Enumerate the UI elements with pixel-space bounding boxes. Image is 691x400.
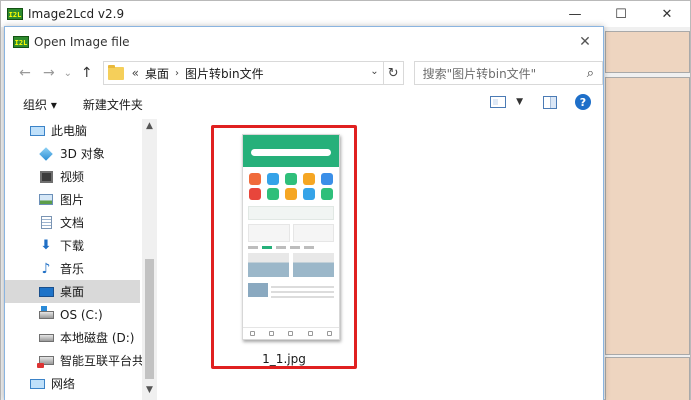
file-name: 1_1.jpg (262, 352, 306, 366)
sidebar-item-label: 视频 (60, 170, 85, 184)
forward-button[interactable]: → (37, 61, 61, 85)
navigation-bar: ← → ⌄ ↑ « 桌面 › 图片转bin文件 ⌄ ↻ 搜索"图片转bin文件"… (5, 57, 603, 89)
sidebar-item-documents[interactable]: 文档 (5, 211, 157, 234)
pictures-icon (38, 193, 54, 207)
view-options-dropdown[interactable]: ▼ (516, 97, 523, 107)
sidebar-item-label: 图片 (60, 193, 85, 207)
sidebar-item-network[interactable]: 网络 (5, 372, 157, 395)
documents-icon (38, 216, 54, 230)
download-icon: ⬇ (40, 238, 52, 253)
app-title: Image2Lcd v2.9 (28, 7, 125, 21)
sidebar-item-this-pc[interactable]: 此电脑 (5, 119, 157, 142)
app-titlebar: I2L Image2Lcd v2.9 — ☐ ✕ (1, 1, 690, 27)
3d-objects-icon (38, 146, 54, 161)
sidebar-item-label: 智能互联平台共 (60, 354, 145, 368)
sidebar-item-label: 3D 对象 (60, 147, 105, 161)
music-icon: ♪ (41, 260, 51, 277)
back-button[interactable]: ← (13, 61, 37, 85)
command-toolbar: 组织 ▾ 新建文件夹 ▼ ? (5, 89, 603, 119)
file-thumbnail-image (242, 134, 340, 340)
sidebar-item-downloads[interactable]: ⬇ 下载 (5, 234, 157, 257)
preview-pane-icon[interactable] (543, 95, 557, 109)
up-button[interactable]: ↑ (75, 61, 99, 85)
search-placeholder: 搜索"图片转bin文件" (422, 66, 537, 81)
dialog-close-button[interactable]: ✕ (573, 31, 597, 53)
sidebar-item-label: 音乐 (60, 262, 85, 276)
scroll-up-arrow-icon[interactable]: ▲ (142, 121, 157, 135)
dialog-title: Open Image file (34, 35, 130, 49)
desktop-icon (38, 285, 54, 299)
breadcrumb-desktop[interactable]: 桌面 (145, 65, 169, 82)
file-item[interactable]: 1_1.jpg (211, 125, 357, 369)
sidebar-item-label: 网络 (51, 377, 76, 391)
app-preview-panel (605, 77, 690, 355)
organize-menu[interactable]: 组织 ▾ (23, 96, 57, 113)
app-logo-icon: I2L (7, 8, 23, 20)
dialog-titlebar: I2L Open Image file ✕ (5, 27, 603, 57)
recent-locations-dropdown[interactable]: ⌄ (61, 61, 75, 85)
sidebar-item-label: OS (C:) (60, 307, 103, 322)
close-app-button[interactable]: ✕ (644, 1, 690, 27)
refresh-button[interactable]: ↻ (383, 61, 404, 85)
toolbar-right-group: ▼ ? (490, 94, 591, 110)
sidebar-item-drive-c[interactable]: OS (C:) (5, 303, 157, 326)
sidebar-item-pictures[interactable]: 图片 (5, 188, 157, 211)
sidebar-item-music[interactable]: ♪ 音乐 (5, 257, 157, 280)
address-bar[interactable]: « 桌面 › 图片转bin文件 ⌄ (102, 61, 384, 85)
file-list-area: 1_1.jpg (157, 119, 603, 400)
computer-icon (29, 124, 45, 138)
help-icon[interactable]: ? (575, 94, 591, 110)
sidebar-item-label: 文档 (60, 216, 85, 230)
scroll-thumb[interactable] (145, 259, 154, 379)
app-preview-panel-top (605, 31, 690, 73)
app-preview-panel-lower (605, 357, 690, 400)
address-overflow-chevron[interactable]: « (132, 66, 139, 80)
sidebar-item-drive-d[interactable]: 本地磁盘 (D:) (5, 326, 157, 349)
minimize-button[interactable]: — (552, 1, 598, 27)
drive-d-icon (38, 331, 54, 345)
network-drive-icon (36, 354, 54, 368)
sidebar-item-network-drive[interactable]: 智能互联平台共 (5, 349, 157, 372)
breadcrumb-folder[interactable]: 图片转bin文件 (185, 65, 264, 82)
folder-icon (107, 64, 124, 80)
new-folder-button[interactable]: 新建文件夹 (83, 96, 143, 113)
breadcrumb-separator-icon[interactable]: › (175, 68, 179, 79)
maximize-button[interactable]: ☐ (598, 1, 644, 27)
dialog-logo-icon: I2L (13, 36, 29, 48)
search-icon[interactable]: ⌕ (587, 66, 594, 81)
sidebar-scrollbar[interactable]: ▲ ▼ (142, 119, 157, 400)
sidebar-item-label: 下载 (60, 239, 85, 253)
sidebar-item-videos[interactable]: 视频 (5, 165, 157, 188)
video-icon (38, 170, 54, 184)
drive-c-icon (38, 305, 54, 322)
sidebar-item-label: 此电脑 (51, 124, 88, 138)
search-input[interactable]: 搜索"图片转bin文件" ⌕ (413, 61, 603, 85)
address-dropdown-icon[interactable]: ⌄ (370, 66, 378, 77)
open-image-dialog: I2L Open Image file ✕ ← → ⌄ ↑ « 桌面 › 图片转… (4, 26, 604, 400)
sidebar-item-desktop[interactable]: 桌面 (5, 280, 140, 303)
network-icon (29, 377, 45, 391)
sidebar-item-3d-objects[interactable]: 3D 对象 (5, 142, 157, 165)
sidebar-item-label: 桌面 (60, 285, 85, 299)
change-view-icon[interactable] (490, 96, 507, 108)
navigation-pane: 此电脑 3D 对象 视频 图片 文档 ⬇ 下载 ♪ 音乐 桌面 OS (C:) … (5, 119, 157, 400)
scroll-down-arrow-icon[interactable]: ▼ (142, 385, 157, 399)
window-controls: — ☐ ✕ (552, 1, 690, 27)
sidebar-item-label: 本地磁盘 (D:) (60, 331, 135, 345)
